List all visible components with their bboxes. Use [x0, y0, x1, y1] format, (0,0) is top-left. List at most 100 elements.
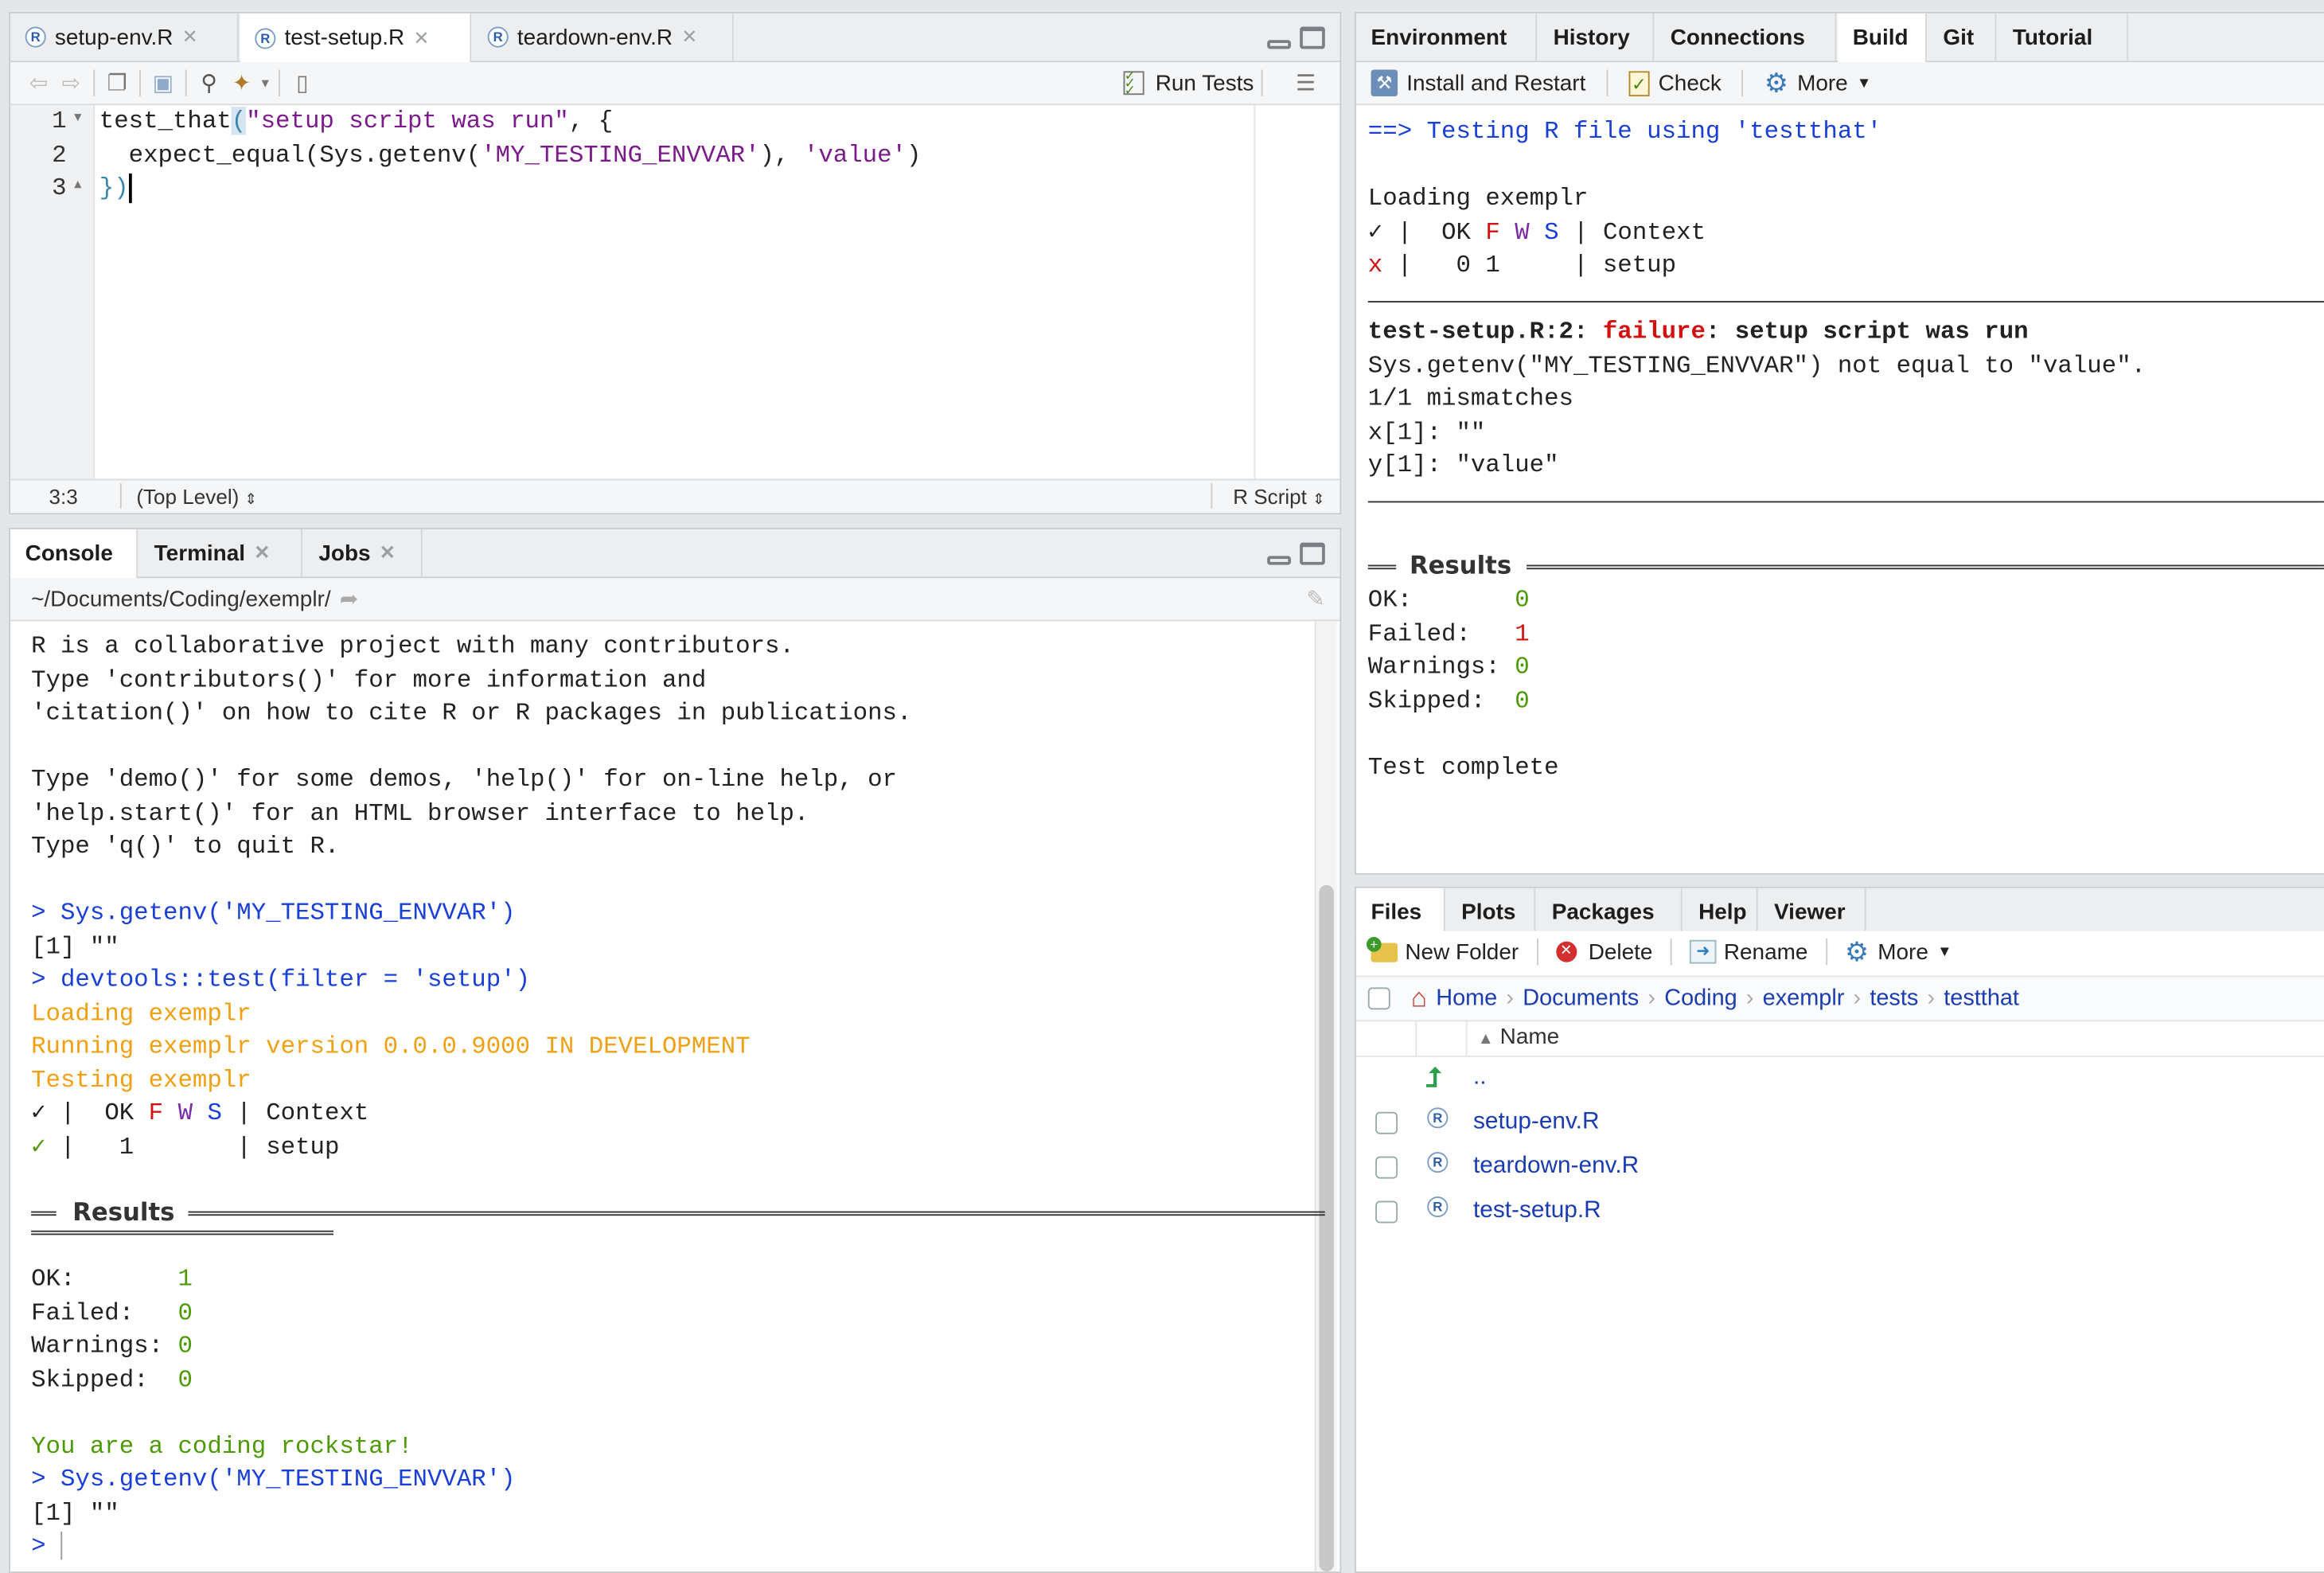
close-icon[interactable]: ✕ [254, 541, 270, 565]
result-ok: OK: 1 [31, 1264, 193, 1294]
file-checkbox[interactable] [1375, 1200, 1398, 1223]
console-scrollbar[interactable] [1314, 621, 1337, 1572]
more-button[interactable]: ⚙ More ▼ [1845, 936, 1952, 967]
text-cursor [60, 1532, 62, 1560]
up-arrow-icon: ⮥ [1425, 1062, 1442, 1092]
tab-history[interactable]: History [1538, 13, 1655, 61]
breadcrumb-testthat[interactable]: testthat [1944, 986, 2019, 1013]
save-icon[interactable]: ▣ [146, 67, 179, 100]
build-pane: Environment History Connections Build Gi… [1355, 11, 2324, 875]
breadcrumb-home[interactable]: Home [1436, 986, 1497, 1013]
tab-plots[interactable]: Plots [1447, 888, 1536, 936]
breadcrumb-coding[interactable]: Coding [1664, 986, 1737, 1013]
tab-console[interactable]: Console [10, 529, 138, 579]
file-checkbox[interactable] [1375, 1110, 1398, 1134]
tab-environment[interactable]: Environment [1356, 13, 1538, 61]
file-link[interactable]: setup-env.R [1473, 1109, 1599, 1136]
close-icon[interactable]: ✕ [413, 26, 429, 50]
console-command: > Sys.getenv('MY_TESTING_ENVVAR') [31, 898, 516, 927]
tab-build[interactable]: Build [1838, 13, 1927, 63]
show-in-window-icon[interactable]: ❐ [101, 67, 134, 100]
forward-arrow-icon[interactable]: ⇨ [55, 67, 88, 100]
outline-icon[interactable]: ☰ [1289, 67, 1322, 100]
new-folder-button[interactable]: + New Folder [1366, 936, 1519, 964]
parent-directory-row[interactable]: ⮥ .. [1356, 1056, 2324, 1100]
tab-help[interactable]: Help [1683, 888, 1758, 936]
margin-line [1254, 105, 1256, 482]
fold-toggle-icon[interactable]: ▴ [74, 177, 81, 193]
home-icon[interactable]: ⌂ [1411, 983, 1427, 1014]
back-arrow-icon[interactable]: ⇦ [22, 67, 55, 100]
tab-connections[interactable]: Connections [1655, 13, 1837, 61]
check-button[interactable]: ✓ Check [1628, 70, 1722, 96]
result-warnings: Warnings: 0 [31, 1331, 193, 1360]
filetype-selector[interactable]: R Script ⇕ [1233, 485, 1325, 509]
breadcrumb-exemplr[interactable]: exemplr [1763, 986, 1845, 1013]
tab-packages[interactable]: Packages [1537, 888, 1683, 936]
tab-git[interactable]: Git [1928, 13, 1997, 61]
close-icon[interactable]: ✕ [182, 25, 198, 49]
breadcrumb-documents[interactable]: Documents [1523, 986, 1639, 1013]
fold-toggle-icon[interactable]: ▾ [74, 110, 81, 126]
text-cursor [128, 173, 132, 203]
compile-report-icon[interactable]: ▯ [286, 67, 318, 100]
delete-button[interactable]: ✕ Delete [1555, 939, 1652, 964]
rename-button[interactable]: ➜ Rename [1690, 939, 1807, 964]
line-number: 2 [52, 139, 67, 169]
tab-files[interactable]: Files [1355, 888, 1445, 938]
go-to-directory-icon[interactable]: ➦ [340, 586, 358, 613]
select-all-checkbox[interactable] [1367, 987, 1390, 1010]
clear-console-icon[interactable]: ✎ [1306, 586, 1324, 613]
chevron-down-icon[interactable]: ▾ [258, 67, 273, 100]
editor-tab-strip: R setup-env.R ✕ R test-setup.R ✕ R teard… [10, 13, 1340, 63]
console-command: > devtools::test(filter = 'setup') [31, 965, 531, 993]
line-gutter: 1 ▾ 2 3 ▴ [10, 105, 96, 482]
file-link[interactable]: teardown-env.R [1473, 1153, 1639, 1181]
r-file-icon: R [1427, 1107, 1449, 1129]
file-checkbox[interactable] [1375, 1155, 1398, 1178]
files-tab-strip: Files Plots Packages Help Viewer [1355, 888, 2324, 938]
tab-terminal[interactable]: Terminal ✕ [139, 529, 302, 577]
install-and-restart-button[interactable]: ⚒ Install and Restart [1371, 69, 1585, 97]
list-item[interactable]: R teardown-env.R [1356, 1145, 2324, 1189]
rename-icon: ➜ [1690, 939, 1717, 964]
tab-test-setup[interactable]: R test-setup.R ✕ [240, 13, 472, 63]
console-prompt[interactable]: > [31, 1530, 62, 1563]
console-output[interactable]: R is a collaborative project with many c… [10, 621, 1325, 1571]
close-icon[interactable]: ✕ [681, 25, 697, 49]
result-skipped: Skipped: 0 [31, 1364, 193, 1393]
file-link[interactable]: test-setup.R [1473, 1198, 1601, 1225]
minimize-button[interactable] [1267, 40, 1291, 49]
tab-label: test-setup.R [284, 25, 405, 51]
tab-jobs[interactable]: Jobs ✕ [304, 529, 423, 577]
tab-tutorial[interactable]: Tutorial [1998, 13, 2129, 61]
tab-viewer[interactable]: Viewer [1759, 888, 1866, 936]
console-line: Type 'demo()' for some demos, 'help()' f… [31, 764, 898, 794]
updown-icon: ⇕ [244, 492, 258, 509]
gear-icon: ⚙ [1845, 936, 1870, 966]
more-button[interactable]: ⚙ More ▼ [1764, 68, 1872, 99]
r-file-icon: R [487, 26, 509, 48]
minimize-button[interactable] [1267, 556, 1291, 565]
code-line-3: }) [99, 172, 132, 205]
column-name[interactable]: ▲ Name [1478, 1025, 1560, 1050]
tab-teardown-env[interactable]: R teardown-env.R ✕ [473, 13, 734, 61]
maximize-button[interactable] [1300, 26, 1325, 49]
scrollbar-thumb[interactable] [1319, 884, 1334, 1572]
code-area[interactable]: test_that("setup script was run", { expe… [99, 105, 1340, 482]
list-item[interactable]: R test-setup.R [1356, 1189, 2324, 1234]
scope-selector[interactable]: (Top Level) ⇕ [136, 485, 257, 509]
files-toolbar: + New Folder ✕ Delete ➜ Rename ⚙ More ▼ [1355, 931, 2324, 973]
close-icon[interactable]: ✕ [380, 541, 396, 565]
r-file-icon: R [255, 27, 276, 49]
tab-setup-env[interactable]: R setup-env.R ✕ [10, 13, 239, 61]
r-file-icon: R [25, 26, 46, 48]
build-tab-strip: Environment History Connections Build Gi… [1355, 13, 2324, 63]
run-tests-button[interactable]: ✓ ✓ ✓ Run Tests [1122, 62, 1254, 103]
breadcrumb-tests[interactable]: tests [1870, 986, 1918, 1013]
list-item[interactable]: R setup-env.R [1356, 1100, 2324, 1145]
editor-status-bar: 3:3 (Top Level) ⇕ R Script ⇕ [10, 478, 1340, 513]
search-icon[interactable]: ⚲ [193, 67, 225, 100]
code-tools-wand-icon[interactable]: ✦ [225, 67, 258, 100]
maximize-button[interactable] [1300, 542, 1325, 565]
